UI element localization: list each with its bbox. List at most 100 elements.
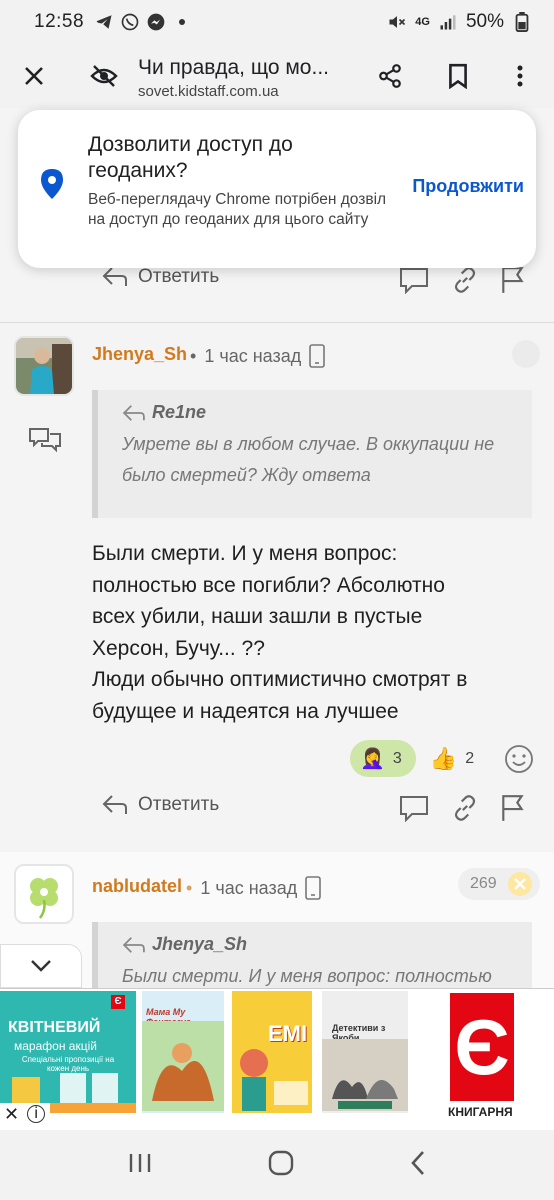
telegram-icon [94, 12, 114, 32]
ad-brand-logo[interactable]: Є КНИГАРНЯ [448, 991, 514, 1119]
comment-meta: • 1 час назад [186, 876, 322, 900]
ad-close-icon[interactable]: ✕ [0, 1103, 23, 1125]
quote-block: Jhenya_Sh Были смерти. И у меня вопрос: … [92, 922, 532, 988]
share-icon [379, 64, 401, 88]
permission-description: Веб-переглядачу Chrome потрібен дозвіл н… [88, 191, 387, 228]
ad-promo-subtitle: марафон акцій [14, 1039, 97, 1053]
bookmark-icon [449, 63, 467, 89]
brand-mini-logo: Є [111, 995, 125, 1009]
book-cover-art [240, 1049, 308, 1111]
home-button[interactable] [268, 1150, 294, 1181]
signal-icon [438, 12, 458, 32]
status-bar: 12:58 4G 50% [0, 0, 554, 44]
clock: 12:58 [34, 11, 85, 32]
reaction-thumbs-up[interactable]: 👍 2 [430, 746, 474, 772]
permission-title: Дозволити доступ до геоданих? [88, 133, 293, 182]
reaction-count: 3 [392, 749, 402, 767]
reaction-facepalm[interactable]: 🤦‍♀️ 3 [350, 740, 416, 777]
add-reaction-icon[interactable] [504, 744, 534, 774]
book-cover-art [322, 1039, 408, 1111]
reply-arrow-icon [122, 936, 145, 953]
reply-label: Ответить [138, 266, 220, 287]
user-photo [16, 338, 72, 394]
ad-controls: ✕ i [0, 1103, 50, 1125]
battery-icon [512, 12, 532, 32]
quote-header: Re1ne [122, 402, 516, 423]
chat-bubble-icon[interactable] [398, 794, 430, 822]
ad-promo-title: КВІТНЕВИЙ [8, 1019, 101, 1036]
reply-arrow-icon [102, 795, 127, 814]
network-label: 4G [415, 16, 430, 28]
collapse-ad-button[interactable] [0, 944, 82, 988]
ad-book-1[interactable]: Мама My Фантазує [142, 991, 224, 1113]
reply-label: Ответить [138, 794, 220, 815]
brand-name: КНИГАРНЯ [448, 1105, 513, 1119]
comment-time: 1 час назад [204, 345, 302, 366]
close-icon [507, 872, 532, 896]
ad-book-3[interactable]: Детективи з Якоби [322, 991, 408, 1113]
battery-label: 50% [465, 11, 504, 32]
comment-item: nabludatel • 1 час назад 269 Jhenya_Sh Б… [0, 852, 554, 988]
replies-button[interactable] [28, 426, 62, 459]
close-icon [25, 67, 43, 85]
back-button[interactable] [409, 1150, 427, 1181]
quote-text: Умрете вы в любом случае. В оккупации не… [122, 434, 495, 485]
mobile-phone-icon [309, 344, 326, 368]
facepalm-emoji: 🤦‍♀️ [360, 748, 385, 770]
back-icon [410, 1150, 424, 1175]
rating-value: 269 [470, 875, 497, 892]
chat-bubbles-icon [29, 428, 61, 453]
ad-info-icon[interactable]: i [27, 1105, 46, 1123]
quote-block: Re1ne Умрете вы в любом случае. В оккупа… [92, 390, 532, 518]
flag-icon[interactable] [500, 794, 526, 822]
location-pin-icon [41, 169, 63, 199]
mobile-phone-icon [305, 876, 322, 900]
tab-title-area[interactable]: Чи правда, що мо... sovet.kidstaff.com.u… [138, 56, 358, 100]
continue-button[interactable]: Продовжити [412, 176, 524, 197]
quote-author[interactable]: Jhenya_Sh [152, 934, 247, 955]
rating-badge[interactable]: 269 [458, 868, 540, 900]
link-icon[interactable] [452, 267, 478, 293]
bullet: • [190, 345, 197, 366]
thumbs-up-emoji: 👍 [429, 745, 458, 771]
custom-tab-toolbar: Чи правда, що мо... sovet.kidstaff.com.u… [0, 44, 554, 108]
chat-bubble-icon[interactable] [398, 266, 430, 294]
home-icon [268, 1150, 294, 1175]
page-url: sovet.kidstaff.com.ua [138, 83, 279, 100]
more-menu-button[interactable] [500, 56, 540, 96]
link-icon[interactable] [452, 795, 478, 821]
reactions-bar: 🤦‍♀️ 3 👍 2 [350, 740, 534, 777]
viber-icon [120, 12, 140, 32]
comment-author[interactable]: nabludatel [92, 876, 182, 897]
comment-actions [398, 266, 526, 294]
close-tab-button[interactable] [14, 56, 54, 96]
avatar[interactable] [14, 864, 74, 924]
comment-author[interactable]: Jhenya_Sh [92, 344, 187, 365]
reply-arrow-icon [102, 267, 127, 286]
comment-text: Были смерти. И у меня вопрос: полностью … [92, 538, 532, 727]
incognito-indicator[interactable] [84, 56, 124, 96]
bookmark-button[interactable] [438, 56, 478, 96]
messenger-icon [146, 12, 166, 32]
reply-button[interactable]: Ответить [102, 794, 219, 816]
avatar[interactable] [14, 336, 74, 396]
reply-arrow-icon [122, 404, 145, 421]
comment-time: 1 час назад [200, 877, 298, 898]
clover-logo [16, 866, 72, 922]
flag-icon[interactable] [500, 266, 526, 294]
ad-promo-tile[interactable]: КВІТНЕВИЙ марафон акцій Спеціальні пропо… [0, 991, 136, 1125]
system-nav-bar [0, 1130, 554, 1200]
share-button[interactable] [370, 56, 410, 96]
recent-apps-icon [130, 1153, 151, 1172]
comment-line: будущее и надеятся на лучшее [92, 699, 399, 723]
quote-author[interactable]: Re1ne [152, 402, 206, 423]
ad-book-2[interactable]: EMI [232, 991, 312, 1113]
recent-apps-button[interactable] [127, 1151, 153, 1180]
comment-line: Были смерти. И у меня вопрос: [92, 542, 398, 565]
more-vert-icon [517, 65, 523, 87]
ad-banner[interactable]: КВІТНЕВИЙ марафон акцій Спеціальні пропо… [0, 988, 554, 1128]
comment-line: Херсон, Бучу... ?? [92, 636, 265, 660]
location-permission-prompt: Дозволити доступ до геоданих? Веб-перегл… [18, 110, 536, 268]
reply-button[interactable]: Ответить [102, 266, 219, 288]
rating-badge[interactable] [512, 340, 540, 368]
